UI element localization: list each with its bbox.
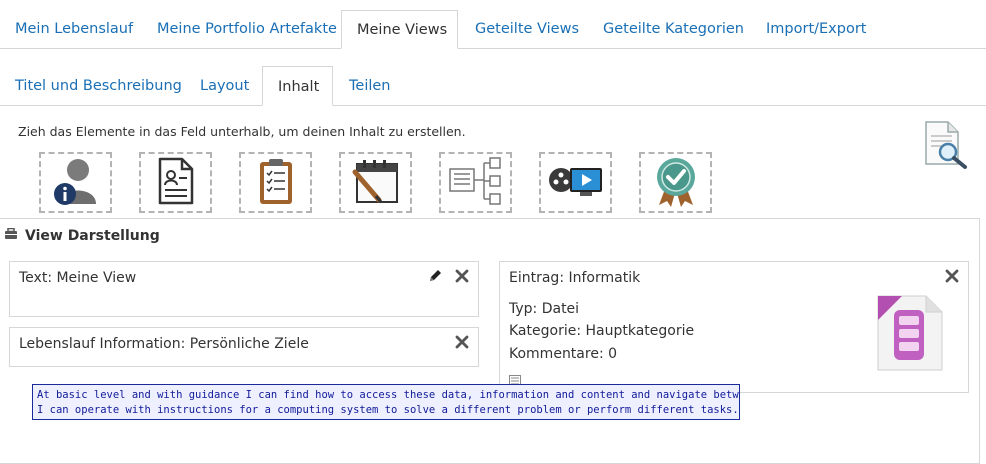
block-text-tree[interactable] [439, 152, 512, 213]
panel-cv-title: Lebenslauf Information: Persönliche Ziel… [19, 336, 309, 352]
text-tree-icon [446, 155, 506, 211]
edit-pencil-icon[interactable] [427, 268, 443, 288]
close-icon[interactable] [945, 268, 959, 287]
panel-text[interactable]: Text: Meine View [9, 261, 479, 317]
clipboard-checklist-icon [256, 156, 296, 210]
cv-document-icon [156, 156, 196, 210]
close-icon[interactable] [455, 268, 469, 287]
sub-tab-bar: Titel und Beschreibung Layout Inhalt Tei… [0, 66, 986, 106]
media-video-icon [546, 158, 606, 208]
panel-cv[interactable]: Lebenslauf Information: Persönliche Ziel… [9, 327, 479, 367]
main-tab-bar: Mein Lebenslauf Meine Portfolio Artefakt… [0, 10, 986, 49]
entry-comments: Kommentare: 0 [509, 346, 618, 362]
block-media[interactable] [539, 152, 612, 213]
profile-info-icon [48, 154, 104, 212]
block-calendar[interactable] [339, 152, 412, 213]
tab-layout[interactable]: Layout [185, 66, 264, 106]
view-title: View Darstellung [4, 227, 160, 244]
tooltip: At basic level and with guidance I can f… [32, 384, 740, 420]
badge-check-icon [651, 155, 701, 211]
block-cv[interactable] [139, 152, 212, 213]
view-title-text: View Darstellung [25, 228, 160, 244]
tab-import-export[interactable]: Import/Export [751, 10, 881, 49]
tab-meine-views[interactable]: Meine Views [341, 10, 458, 49]
tab-portfolio-artefakte[interactable]: Meine Portfolio Artefakte [142, 10, 352, 49]
panel-entry-title: Eintrag: Informatik [509, 270, 641, 286]
tab-mein-lebenslauf[interactable]: Mein Lebenslauf [0, 10, 148, 49]
panel-entry[interactable]: Eintrag: Informatik Typ: Datei Kategorie… [499, 261, 969, 393]
calendar-pen-icon [349, 156, 403, 210]
briefcase-icon [4, 227, 18, 244]
database-file-icon [872, 292, 946, 376]
tab-titel-beschreibung[interactable]: Titel und Beschreibung [0, 66, 197, 106]
panel-text-title: Text: Meine View [19, 270, 137, 286]
close-icon[interactable] [455, 334, 469, 353]
block-clipboard[interactable] [239, 152, 312, 213]
tab-teilen[interactable]: Teilen [334, 66, 405, 106]
block-badge[interactable] [639, 152, 712, 213]
tab-geteilte-views[interactable]: Geteilte Views [460, 10, 594, 49]
block-profile[interactable] [39, 152, 112, 213]
tab-geteilte-kategorien[interactable]: Geteilte Kategorien [588, 10, 759, 49]
tooltip-line-1: At basic level and with guidance I can f… [37, 389, 740, 401]
tooltip-line-2: I can operate with instructions for a co… [37, 404, 739, 416]
entry-category: Kategorie: Hauptkategorie [509, 323, 695, 339]
preview-magnifier-icon[interactable] [922, 120, 970, 170]
instruction-text: Zieh das Elemente in das Feld unterhalb,… [18, 124, 466, 139]
entry-type: Typ: Datei [509, 301, 580, 317]
tab-inhalt[interactable]: Inhalt [262, 66, 333, 106]
